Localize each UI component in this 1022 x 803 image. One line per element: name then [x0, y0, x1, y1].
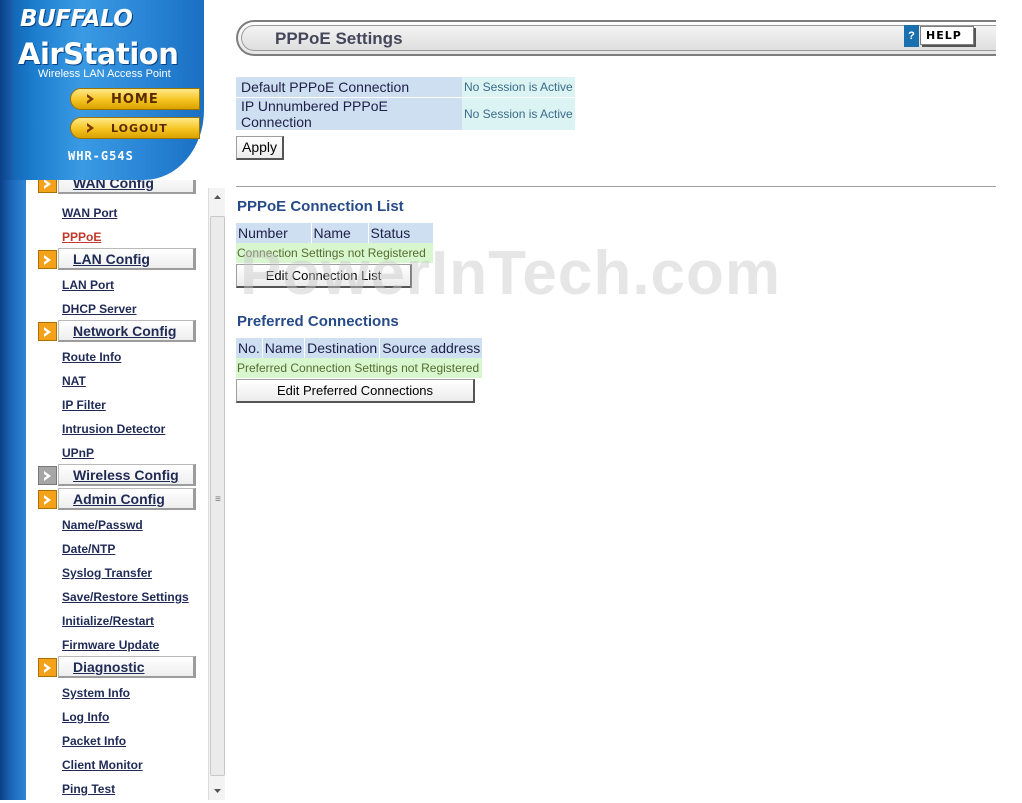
arrow-right-icon	[38, 466, 57, 485]
sidebar-item-save-restore-settings[interactable]: Save/Restore Settings	[62, 590, 189, 604]
sidebar-nav: WAN Config WAN Port PPPoE LAN Config LAN…	[0, 180, 208, 800]
scroll-down-icon[interactable]	[210, 784, 225, 798]
sidebar-section-wireless-config[interactable]: Wireless Config	[36, 464, 196, 486]
column-header: Name	[311, 223, 369, 243]
connection-list-table: Number Name Status Connection Settings n…	[236, 223, 433, 263]
column-header: No.	[236, 338, 263, 358]
status-row: Default PPPoE Connection No Session is A…	[236, 77, 575, 97]
pppoe-status-table: Default PPPoE Connection No Session is A…	[236, 77, 575, 130]
brand-tagline: Wireless LAN Access Point	[38, 68, 171, 80]
help-label: HELP	[926, 29, 962, 42]
table-header-row: No. Name Destination Source address	[236, 338, 483, 358]
scrollbar-thumb[interactable]: ≡	[210, 216, 225, 776]
airstation-logo: AirStation	[18, 37, 179, 71]
preferred-connections-table: No. Name Destination Source address Pref…	[236, 338, 483, 378]
sidebar-section-admin-config[interactable]: Admin Config	[36, 488, 196, 510]
sidebar-section-diagnostic[interactable]: Diagnostic	[36, 656, 196, 678]
help-button[interactable]: ? HELP	[904, 25, 974, 47]
sidebar-section-wan-config[interactable]: WAN Config	[36, 180, 196, 194]
column-header: Source address	[379, 338, 483, 358]
section-bar: Wireless Config	[58, 464, 196, 486]
sidebar-item-pppoe[interactable]: PPPoE	[62, 230, 101, 244]
arrow-right-icon	[87, 123, 94, 133]
empty-message: Connection Settings not Registered	[236, 243, 433, 263]
sidebar-item-wan-port[interactable]: WAN Port	[62, 206, 117, 220]
sidebar-item-packet-info[interactable]: Packet Info	[62, 734, 126, 748]
section-bar: WAN Config	[58, 180, 196, 194]
sidebar-item-date-ntp[interactable]: Date/NTP	[62, 542, 115, 556]
sidebar-item-upnp[interactable]: UPnP	[62, 446, 94, 460]
section-label[interactable]: LAN Config	[73, 251, 150, 267]
edit-preferred-connections-button[interactable]: Edit Preferred Connections	[236, 379, 475, 403]
help-icon: ?	[904, 25, 919, 47]
help-label-box: HELP	[920, 26, 974, 45]
sidebar-section-lan-config[interactable]: LAN Config	[36, 248, 196, 270]
status-label: IP Unnumbered PPPoE Connection	[236, 96, 462, 130]
sidebar-item-firmware-update[interactable]: Firmware Update	[62, 638, 159, 652]
brand-panel: BUFFALO AirStation Wireless LAN Access P…	[0, 0, 204, 180]
brand-edge	[0, 0, 14, 180]
model-name: WHR-G54S	[68, 149, 134, 163]
table-row: Preferred Connection Settings not Regist…	[236, 358, 483, 378]
sidebar-item-ping-test[interactable]: Ping Test	[62, 782, 115, 796]
connection-list-heading: PPPoE Connection List	[237, 198, 404, 215]
section-bar: Admin Config	[58, 488, 196, 510]
sidebar-item-lan-port[interactable]: LAN Port	[62, 278, 114, 292]
logout-label: LOGOUT	[111, 122, 168, 135]
sidebar-item-route-info[interactable]: Route Info	[62, 350, 121, 364]
status-row: IP Unnumbered PPPoE Connection No Sessio…	[236, 96, 575, 130]
column-header: Name	[262, 338, 306, 358]
sidebar-item-intrusion-detector[interactable]: Intrusion Detector	[62, 422, 165, 436]
status-label: Default PPPoE Connection	[236, 77, 462, 97]
scroll-up-icon[interactable]	[210, 190, 225, 204]
status-value: No Session is Active	[462, 96, 575, 130]
section-bar: Network Config	[58, 320, 196, 342]
section-label[interactable]: Network Config	[73, 323, 176, 339]
section-label[interactable]: Wireless Config	[73, 467, 179, 483]
sidebar-section-network-config[interactable]: Network Config	[36, 320, 196, 342]
divider	[236, 186, 996, 187]
status-value: No Session is Active	[462, 77, 575, 97]
arrow-right-icon	[38, 250, 57, 269]
column-header: Number	[236, 223, 312, 243]
section-bar: LAN Config	[58, 248, 196, 270]
edit-connection-list-button[interactable]: Edit Connection List	[236, 264, 412, 288]
arrow-right-icon	[38, 322, 57, 341]
sidebar-item-dhcp-server[interactable]: DHCP Server	[62, 302, 136, 316]
page-title-bar: PPPoE Settings	[236, 20, 996, 56]
page-title: PPPoE Settings	[275, 29, 403, 48]
buffalo-logo: BUFFALO	[20, 6, 133, 32]
sidebar-item-name-passwd[interactable]: Name/Passwd	[62, 518, 143, 532]
sidebar-item-client-monitor[interactable]: Client Monitor	[62, 758, 143, 772]
section-bar: Diagnostic	[58, 656, 196, 678]
sidebar-item-system-info[interactable]: System Info	[62, 686, 130, 700]
column-header: Destination	[304, 338, 381, 358]
column-header: Status	[368, 223, 433, 243]
section-label[interactable]: WAN Config	[73, 180, 154, 191]
home-label: HOME	[111, 92, 159, 107]
apply-button[interactable]: Apply	[236, 136, 284, 160]
table-row: Connection Settings not Registered	[236, 243, 433, 263]
sidebar-item-syslog-transfer[interactable]: Syslog Transfer	[62, 566, 152, 580]
logout-button[interactable]: LOGOUT	[70, 117, 200, 139]
section-label[interactable]: Diagnostic	[73, 659, 145, 675]
sidebar-item-nat[interactable]: NAT	[62, 374, 86, 388]
arrow-right-icon	[38, 490, 57, 509]
arrow-right-icon	[38, 658, 57, 677]
arrow-right-icon	[87, 94, 94, 104]
table-header-row: Number Name Status	[236, 223, 433, 243]
grip-icon: ≡	[215, 494, 221, 505]
sidebar-strip	[0, 180, 26, 800]
sidebar-scrollbar[interactable]: ≡	[208, 188, 225, 800]
sidebar-item-ip-filter[interactable]: IP Filter	[62, 398, 106, 412]
preferred-connections-heading: Preferred Connections	[237, 313, 399, 330]
section-label[interactable]: Admin Config	[73, 491, 165, 507]
sidebar-item-log-info[interactable]: Log Info	[62, 710, 109, 724]
home-button[interactable]: HOME	[70, 88, 200, 110]
sidebar-item-initialize-restart[interactable]: Initialize/Restart	[62, 614, 154, 628]
empty-message: Preferred Connection Settings not Regist…	[236, 358, 483, 378]
arrow-right-icon	[38, 180, 57, 193]
